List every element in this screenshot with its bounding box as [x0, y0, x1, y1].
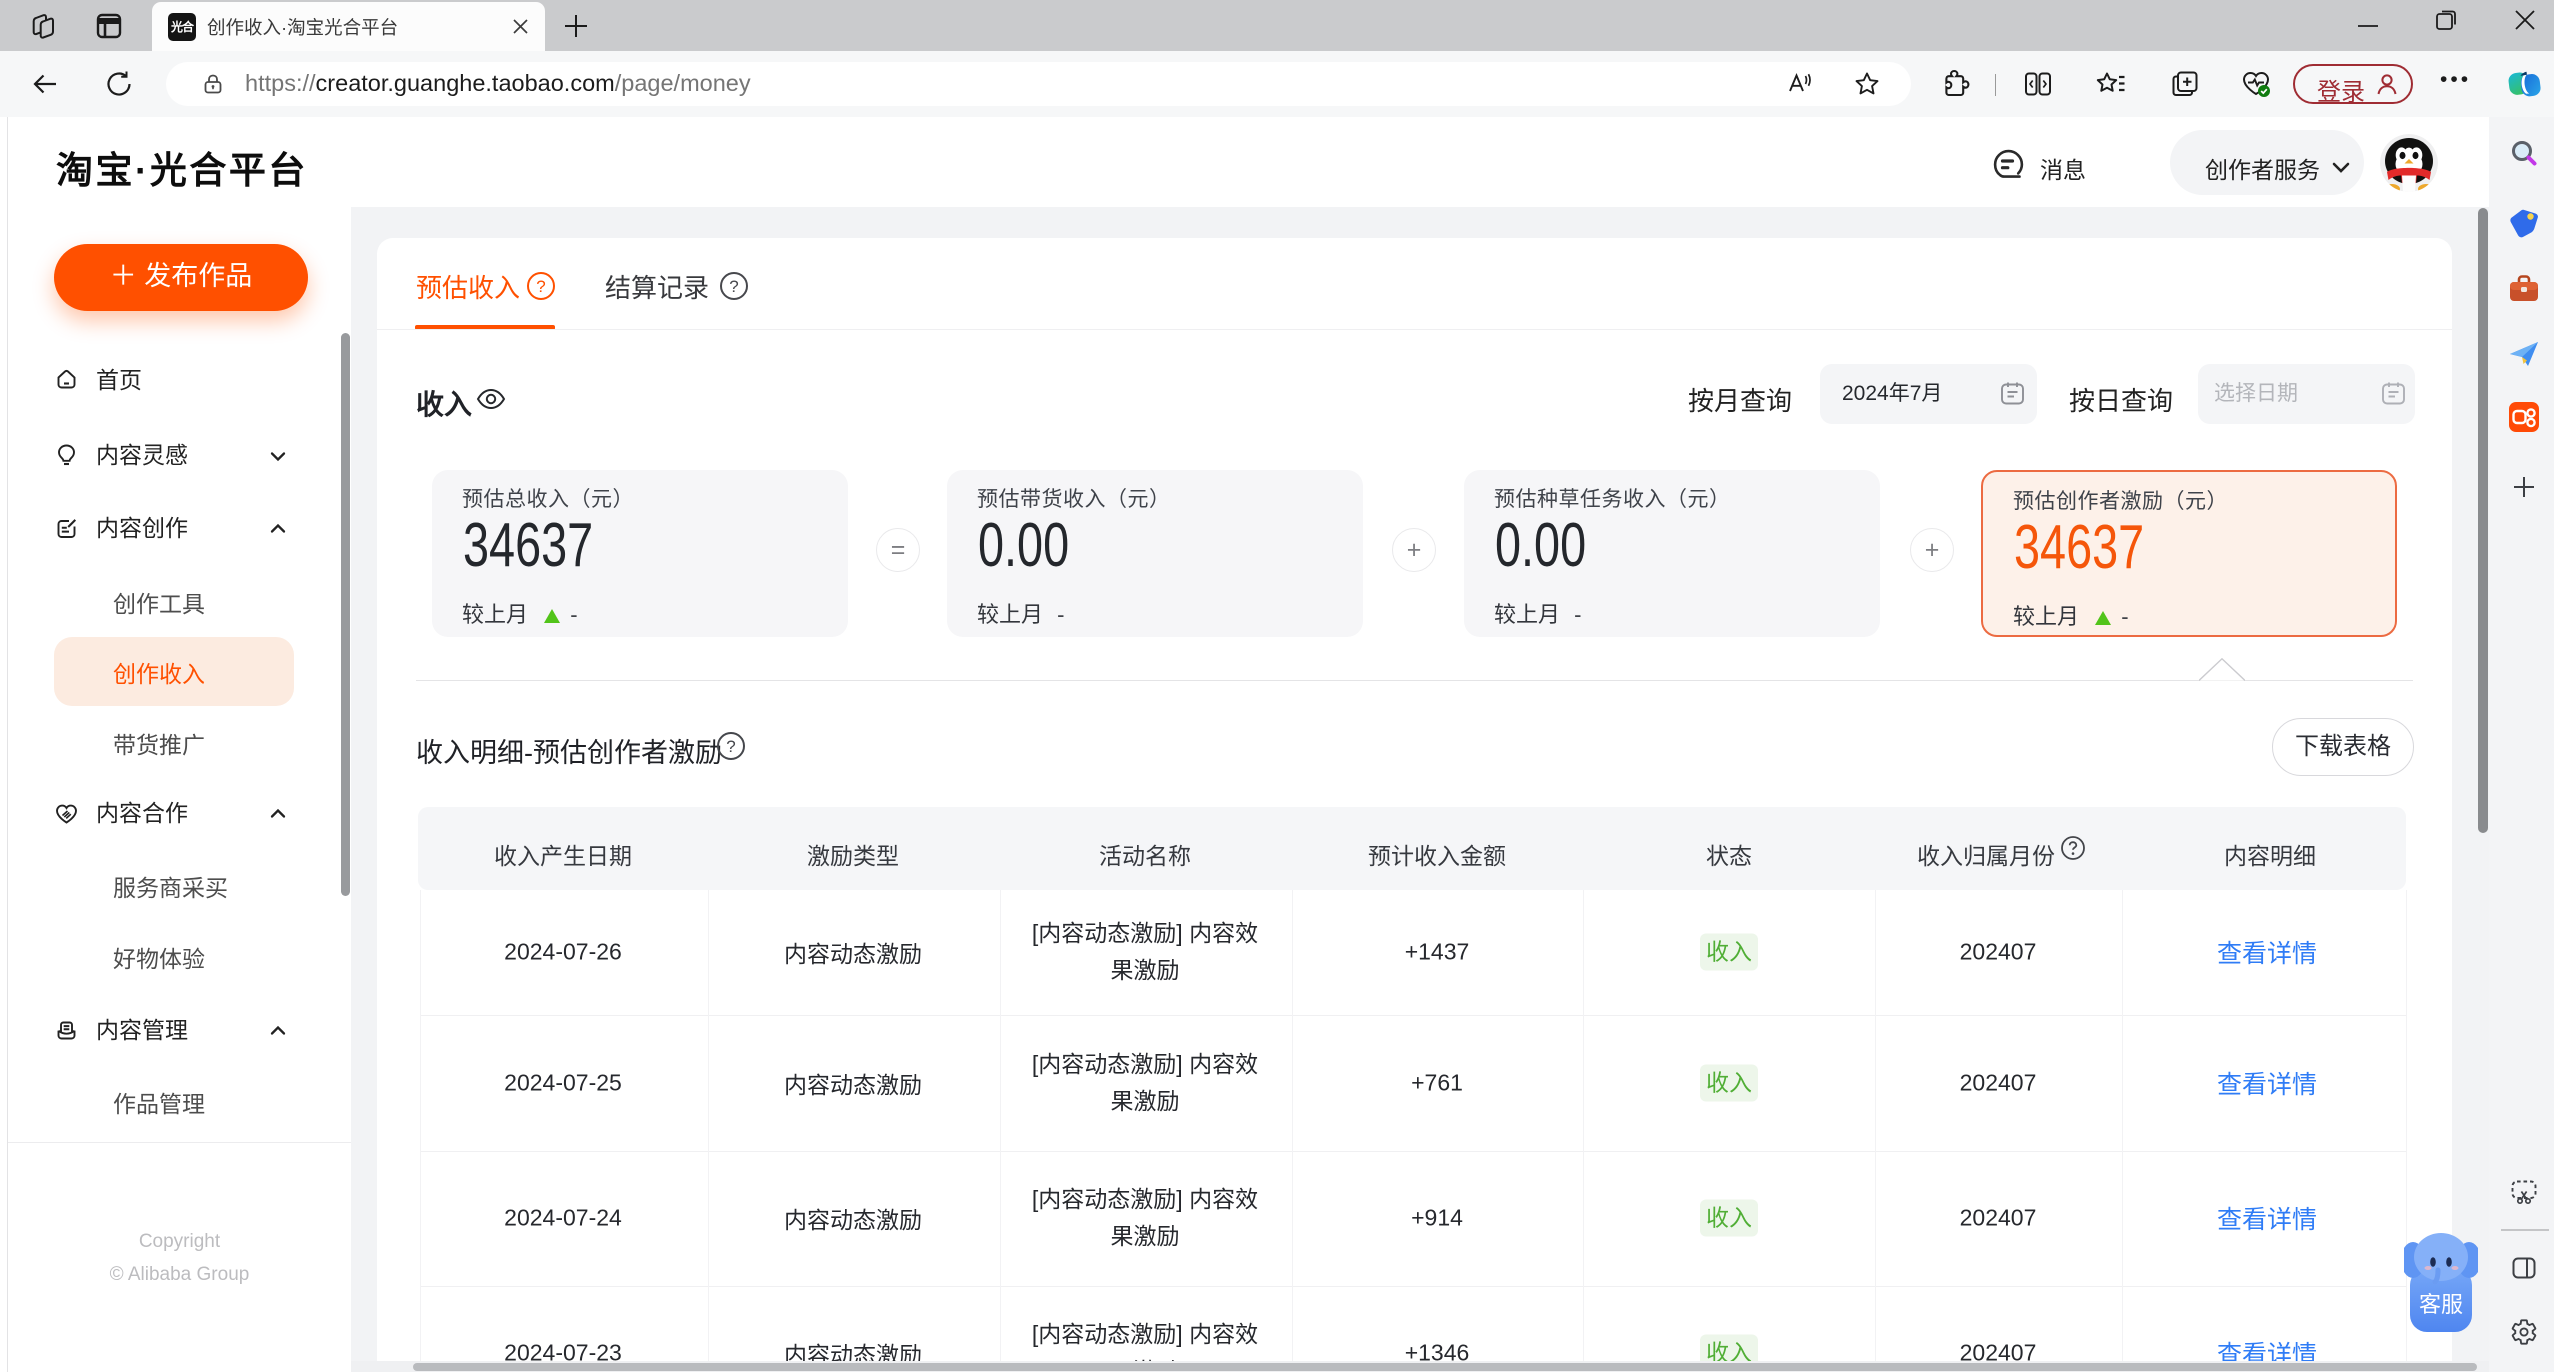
svg-text:客服: 客服 [2419, 1292, 2463, 1317]
